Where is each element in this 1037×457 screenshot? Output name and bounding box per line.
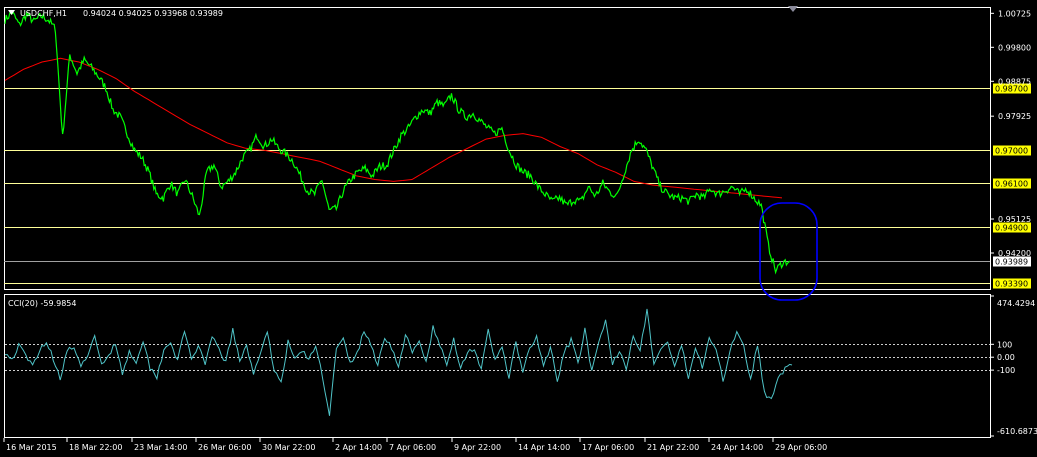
- time-tick-label: 29 Apr 06:00: [775, 443, 827, 452]
- time-axis: 16 Mar 2015 18 Mar 22:00 23 Mar 14:00 26 Ma…: [3, 438, 827, 452]
- chart-canvas: 0.987000.970000.961000.949000.933900.939…: [3, 6, 1037, 452]
- cci-tick-label: 100: [997, 340, 1012, 349]
- main-panel-frame: [4, 7, 991, 290]
- price-tick-label: 0.95125: [998, 215, 1031, 224]
- horizontal-levels: 0.987000.970000.961000.949000.933900.939…: [4, 83, 1031, 289]
- time-tick-label: 24 Apr 14:00: [711, 443, 763, 452]
- price-tick-label: 0.97925: [998, 112, 1031, 121]
- level-price-label: 0.97000: [995, 147, 1028, 156]
- cci-tick-label: 474.4294: [997, 299, 1035, 308]
- price-tick-label: 0.94200: [998, 249, 1031, 258]
- time-tick-label: 23 Mar 14:00: [134, 443, 187, 452]
- current-price-label: 0.93989: [995, 258, 1028, 267]
- annotation-rounded-rect: [759, 202, 818, 301]
- time-tick-label: 14 Apr 14:00: [518, 443, 570, 452]
- symbol-label: USDCHF,H1: [20, 9, 67, 18]
- indicator-panel-frame: [4, 294, 991, 438]
- time-tick-label: 26 Mar 06:00: [198, 443, 251, 452]
- ohlc-values: 0.94024 0.94025 0.93968 0.93989: [83, 9, 223, 18]
- cci-tick-label: -100: [997, 366, 1015, 375]
- cci-axis: 474.4294 100 0.00 -100 -610.6873: [990, 295, 1037, 437]
- level-price-label: 0.96100: [995, 180, 1028, 189]
- time-tick-label: 18 Mar 22:00: [69, 443, 122, 452]
- time-tick-label: 21 Apr 22:00: [647, 443, 699, 452]
- time-tick-label: 16 Mar 2015: [6, 443, 57, 452]
- time-tick-label: 7 Apr 06:00: [389, 443, 436, 452]
- moving-average-line: [4, 57, 783, 199]
- price-tick-label: 1.00725: [998, 9, 1031, 18]
- cci-line: [5, 308, 793, 416]
- price-axis: 1.00725 0.99800 0.98875 0.97925 0.95125 0.942…: [990, 9, 1031, 258]
- time-tick-label: 2 Apr 14:00: [335, 443, 382, 452]
- cci-tick-label: 0.00: [997, 353, 1015, 362]
- time-tick-label: 30 Mar 22:00: [262, 443, 315, 452]
- time-tick-label: 9 Apr 22:00: [454, 443, 501, 452]
- time-tick-label: 17 Apr 06:00: [582, 443, 634, 452]
- price-tick-label: 0.99800: [998, 43, 1031, 52]
- cci-tick-label: -610.6873: [997, 427, 1037, 436]
- shift-marker-icon[interactable]: [788, 6, 798, 12]
- level-price-label: 0.93390: [995, 280, 1028, 289]
- price-line: [4, 10, 791, 275]
- level-price-label: 0.94900: [995, 224, 1028, 233]
- cci-levels: [5, 344, 990, 371]
- price-tick-label: 0.98875: [998, 77, 1031, 86]
- cci-label: CCI(20) -59.9854: [8, 299, 76, 308]
